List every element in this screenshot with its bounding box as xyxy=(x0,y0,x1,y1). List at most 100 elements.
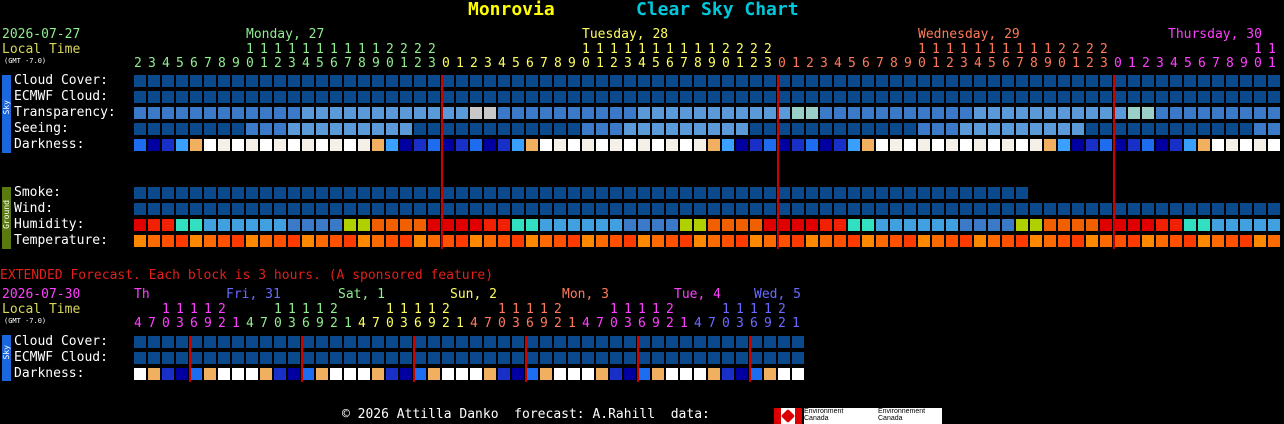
forecast-cell[interactable] xyxy=(750,75,762,87)
extended-forecast-cell[interactable] xyxy=(204,352,216,364)
forecast-cell[interactable] xyxy=(946,139,958,151)
forecast-cell[interactable] xyxy=(358,75,370,87)
forecast-cell[interactable] xyxy=(974,139,986,151)
extended-forecast-cell[interactable] xyxy=(470,368,482,380)
forecast-cell[interactable] xyxy=(204,123,216,135)
forecast-cell[interactable] xyxy=(946,75,958,87)
forecast-cell[interactable] xyxy=(134,219,146,231)
forecast-cell[interactable] xyxy=(834,139,846,151)
extended-forecast-cell[interactable] xyxy=(400,352,412,364)
forecast-cell[interactable] xyxy=(1142,91,1154,103)
forecast-cell[interactable] xyxy=(666,75,678,87)
forecast-cell[interactable] xyxy=(1100,235,1112,247)
forecast-cell[interactable] xyxy=(708,187,720,199)
forecast-cell[interactable] xyxy=(974,91,986,103)
extended-forecast-cell[interactable] xyxy=(442,336,454,348)
forecast-cell[interactable] xyxy=(806,203,818,215)
forecast-cell[interactable] xyxy=(1114,203,1126,215)
forecast-cell[interactable] xyxy=(190,75,202,87)
forecast-cell[interactable] xyxy=(344,75,356,87)
forecast-cell[interactable] xyxy=(554,75,566,87)
extended-forecast-cell[interactable] xyxy=(302,352,314,364)
forecast-cell[interactable] xyxy=(148,139,160,151)
forecast-cell[interactable] xyxy=(1114,139,1126,151)
forecast-cell[interactable] xyxy=(876,139,888,151)
forecast-cell[interactable] xyxy=(610,203,622,215)
forecast-cell[interactable] xyxy=(554,123,566,135)
forecast-cell[interactable] xyxy=(456,75,468,87)
forecast-cell[interactable] xyxy=(946,187,958,199)
forecast-cell[interactable] xyxy=(148,91,160,103)
forecast-cell[interactable] xyxy=(876,219,888,231)
forecast-cell[interactable] xyxy=(1226,235,1238,247)
forecast-cell[interactable] xyxy=(1072,203,1084,215)
forecast-cell[interactable] xyxy=(386,91,398,103)
forecast-cell[interactable] xyxy=(1044,235,1056,247)
forecast-cell[interactable] xyxy=(316,75,328,87)
forecast-cell[interactable] xyxy=(638,123,650,135)
forecast-cell[interactable] xyxy=(1058,91,1070,103)
forecast-cell[interactable] xyxy=(232,235,244,247)
forecast-cell[interactable] xyxy=(1086,75,1098,87)
extended-forecast-cell[interactable] xyxy=(428,352,440,364)
forecast-cell[interactable] xyxy=(582,235,594,247)
forecast-cell[interactable] xyxy=(932,235,944,247)
forecast-cell[interactable] xyxy=(218,107,230,119)
forecast-cell[interactable] xyxy=(190,139,202,151)
forecast-cell[interactable] xyxy=(974,235,986,247)
extended-forecast-cell[interactable] xyxy=(624,352,636,364)
forecast-cell[interactable] xyxy=(778,139,790,151)
forecast-cell[interactable] xyxy=(708,123,720,135)
forecast-cell[interactable] xyxy=(274,91,286,103)
forecast-cell[interactable] xyxy=(666,235,678,247)
forecast-cell[interactable] xyxy=(218,187,230,199)
extended-forecast-cell[interactable] xyxy=(232,352,244,364)
forecast-cell[interactable] xyxy=(1058,139,1070,151)
extended-forecast-cell[interactable] xyxy=(498,336,510,348)
forecast-cell[interactable] xyxy=(302,107,314,119)
forecast-cell[interactable] xyxy=(722,139,734,151)
extended-banner[interactable]: EXTENDED Forecast. Each block is 3 hours… xyxy=(0,269,493,283)
forecast-cell[interactable] xyxy=(372,187,384,199)
forecast-cell[interactable] xyxy=(960,187,972,199)
forecast-cell[interactable] xyxy=(204,187,216,199)
forecast-cell[interactable] xyxy=(260,91,272,103)
forecast-cell[interactable] xyxy=(946,123,958,135)
forecast-cell[interactable] xyxy=(1030,91,1042,103)
forecast-cell[interactable] xyxy=(330,203,342,215)
forecast-cell[interactable] xyxy=(1184,219,1196,231)
forecast-cell[interactable] xyxy=(1156,123,1168,135)
forecast-cell[interactable] xyxy=(904,219,916,231)
forecast-cell[interactable] xyxy=(232,203,244,215)
forecast-cell[interactable] xyxy=(680,107,692,119)
forecast-cell[interactable] xyxy=(302,187,314,199)
extended-forecast-cell[interactable] xyxy=(694,336,706,348)
forecast-cell[interactable] xyxy=(904,139,916,151)
forecast-cell[interactable] xyxy=(680,187,692,199)
extended-forecast-cell[interactable] xyxy=(218,368,230,380)
forecast-cell[interactable] xyxy=(582,219,594,231)
forecast-cell[interactable] xyxy=(134,187,146,199)
forecast-cell[interactable] xyxy=(666,187,678,199)
forecast-cell[interactable] xyxy=(1072,91,1084,103)
forecast-cell[interactable] xyxy=(1254,91,1266,103)
forecast-cell[interactable] xyxy=(1100,123,1112,135)
forecast-cell[interactable] xyxy=(204,91,216,103)
forecast-cell[interactable] xyxy=(1002,187,1014,199)
forecast-cell[interactable] xyxy=(162,203,174,215)
forecast-cell[interactable] xyxy=(876,235,888,247)
forecast-cell[interactable] xyxy=(1268,75,1280,87)
extended-forecast-cell[interactable] xyxy=(764,336,776,348)
forecast-cell[interactable] xyxy=(1072,75,1084,87)
forecast-cell[interactable] xyxy=(540,107,552,119)
forecast-cell[interactable] xyxy=(274,187,286,199)
extended-forecast-cell[interactable] xyxy=(162,336,174,348)
forecast-cell[interactable] xyxy=(1142,235,1154,247)
forecast-cell[interactable] xyxy=(596,139,608,151)
extended-forecast-cell[interactable] xyxy=(680,352,692,364)
extended-forecast-cell[interactable] xyxy=(498,368,510,380)
extended-row-label[interactable]: ECMWF Cloud: xyxy=(14,351,108,365)
extended-forecast-cell[interactable] xyxy=(386,352,398,364)
forecast-cell[interactable] xyxy=(708,219,720,231)
forecast-cell[interactable] xyxy=(1002,75,1014,87)
